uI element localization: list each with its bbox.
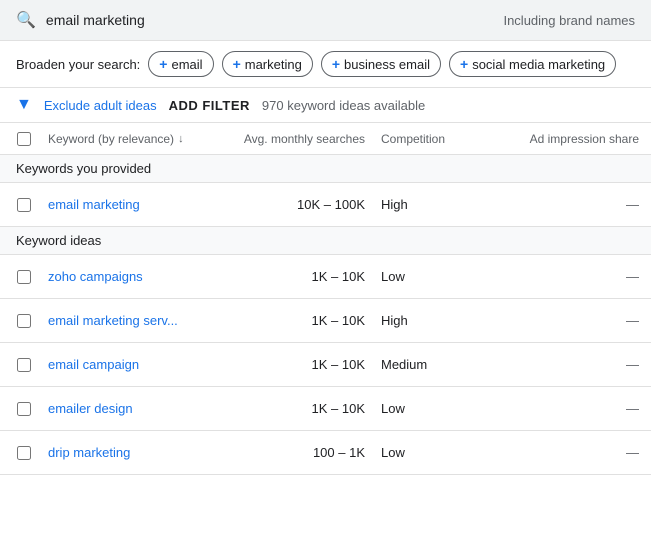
cell-keyword: zoho campaigns — [48, 269, 201, 284]
search-bar: 🔍 email marketing Including brand names — [0, 0, 651, 41]
header-avg-monthly[interactable]: Avg. monthly searches — [201, 131, 381, 146]
row-checkbox-col — [0, 358, 48, 372]
cell-avg: 1K – 10K — [201, 313, 381, 328]
row-checkbox-col — [0, 446, 48, 460]
chip-business-email[interactable]: + business email — [321, 51, 441, 77]
row-checkbox-emailer-design[interactable] — [17, 402, 31, 416]
cell-competition: Low — [381, 401, 521, 416]
chip-social-media-label: social media marketing — [472, 57, 605, 72]
plus-icon-social-media: + — [460, 56, 468, 72]
plus-icon-email: + — [159, 56, 167, 72]
cell-competition: Low — [381, 269, 521, 284]
cell-avg: 1K – 10K — [201, 401, 381, 416]
cell-keyword: email marketing — [48, 197, 201, 212]
chip-email[interactable]: + email — [148, 51, 213, 77]
chip-marketing-label: marketing — [245, 57, 302, 72]
keyword-link[interactable]: email marketing serv... — [48, 313, 178, 328]
exclude-adult-link[interactable]: Exclude adult ideas — [44, 98, 157, 113]
table-row: emailer design 1K – 10K Low — — [0, 387, 651, 431]
section-ideas: Keyword ideas — [0, 227, 651, 255]
cell-competition: Medium — [381, 357, 521, 372]
header-checkbox-col — [0, 132, 48, 146]
table-row: zoho campaigns 1K – 10K Low — — [0, 255, 651, 299]
keywords-table: Keyword (by relevance) ↓ Avg. monthly se… — [0, 123, 651, 475]
cell-keyword: email marketing serv... — [48, 313, 201, 328]
keyword-count: 970 keyword ideas available — [262, 98, 425, 113]
header-competition[interactable]: Competition — [381, 131, 521, 146]
filter-row: ▼ Exclude adult ideas ADD FILTER 970 key… — [0, 88, 651, 123]
cell-competition: Low — [381, 445, 521, 460]
cell-ad: — — [521, 197, 651, 212]
table-row: drip marketing 100 – 1K Low — — [0, 431, 651, 475]
cell-competition: High — [381, 197, 521, 212]
cell-ad: — — [521, 401, 651, 416]
row-checkbox-email-marketing[interactable] — [17, 198, 31, 212]
table-row: email campaign 1K – 10K Medium — — [0, 343, 651, 387]
brand-filter-label: Including brand names — [503, 13, 635, 28]
cell-ad: — — [521, 269, 651, 284]
header-keyword[interactable]: Keyword (by relevance) ↓ — [48, 132, 201, 146]
search-icon: 🔍 — [16, 10, 36, 30]
row-checkbox-drip-marketing[interactable] — [17, 446, 31, 460]
row-checkbox-email-campaign[interactable] — [17, 358, 31, 372]
row-checkbox-col — [0, 270, 48, 284]
cell-avg: 10K – 100K — [201, 197, 381, 212]
row-checkbox-zoho[interactable] — [17, 270, 31, 284]
header-avg-label: Avg. monthly searches — [244, 132, 365, 146]
chip-marketing[interactable]: + marketing — [222, 51, 313, 77]
row-checkbox-col — [0, 402, 48, 416]
cell-avg: 100 – 1K — [201, 445, 381, 460]
keyword-link[interactable]: zoho campaigns — [48, 269, 143, 284]
row-checkbox-email-serv[interactable] — [17, 314, 31, 328]
header-competition-label: Competition — [381, 132, 445, 146]
table-header: Keyword (by relevance) ↓ Avg. monthly se… — [0, 123, 651, 155]
sort-arrow-icon: ↓ — [178, 133, 184, 145]
filter-icon: ▼ — [16, 96, 32, 114]
cell-keyword: drip marketing — [48, 445, 201, 460]
plus-icon-business-email: + — [332, 56, 340, 72]
cell-competition: High — [381, 313, 521, 328]
search-query: email marketing — [46, 12, 494, 28]
cell-keyword: email campaign — [48, 357, 201, 372]
header-keyword-label: Keyword (by relevance) — [48, 132, 174, 146]
cell-avg: 1K – 10K — [201, 269, 381, 284]
keyword-link[interactable]: email marketing — [48, 197, 140, 212]
keyword-link[interactable]: drip marketing — [48, 445, 130, 460]
keyword-link[interactable]: email campaign — [48, 357, 139, 372]
table-row: email marketing serv... 1K – 10K High — — [0, 299, 651, 343]
plus-icon-marketing: + — [233, 56, 241, 72]
broaden-label: Broaden your search: — [16, 57, 140, 72]
keyword-link[interactable]: emailer design — [48, 401, 133, 416]
row-checkbox-col — [0, 314, 48, 328]
section-provided: Keywords you provided — [0, 155, 651, 183]
header-ad-impression[interactable]: Ad impression share — [521, 131, 651, 146]
add-filter-button[interactable]: ADD FILTER — [169, 98, 250, 113]
header-ad-label: Ad impression share — [530, 132, 639, 146]
broaden-row: Broaden your search: + email + marketing… — [0, 41, 651, 88]
select-all-checkbox[interactable] — [17, 132, 31, 146]
table-row: email marketing 10K – 100K High — — [0, 183, 651, 227]
chip-email-label: email — [171, 57, 202, 72]
cell-ad: — — [521, 313, 651, 328]
cell-avg: 1K – 10K — [201, 357, 381, 372]
cell-keyword: emailer design — [48, 401, 201, 416]
cell-ad: — — [521, 445, 651, 460]
cell-ad: — — [521, 357, 651, 372]
chip-social-media-marketing[interactable]: + social media marketing — [449, 51, 616, 77]
chip-business-email-label: business email — [344, 57, 430, 72]
row-checkbox-col — [0, 198, 48, 212]
